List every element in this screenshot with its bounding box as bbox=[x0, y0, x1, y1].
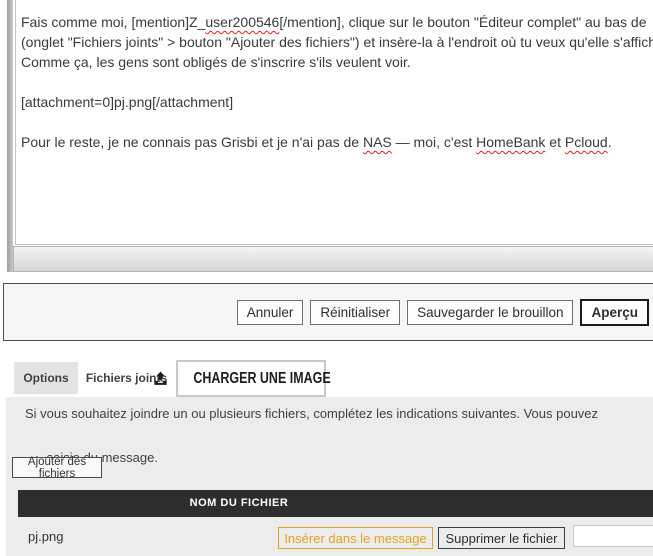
instructions-line1: Si vous souhaitez joindre un ou plusieur… bbox=[25, 406, 598, 421]
insert-in-message-button[interactable]: Insérer dans le message bbox=[278, 527, 433, 549]
delete-file-button[interactable]: Supprimer le fichier bbox=[438, 527, 565, 549]
message-text: Fais comme moi, [mention]Z_user200546[/m… bbox=[16, 0, 653, 152]
upload-image-button[interactable]: CHARGER UNE IMAGE bbox=[176, 360, 326, 397]
save-draft-button[interactable]: Sauvegarder le brouillon bbox=[407, 300, 573, 325]
file-comment-input[interactable] bbox=[573, 525, 653, 547]
add-files-button[interactable]: Ajouter des fichiers bbox=[12, 457, 102, 478]
message-textarea[interactable]: Fais comme moi, [mention]Z_user200546[/m… bbox=[15, 0, 653, 245]
upload-image-label: CHARGER UNE IMAGE bbox=[193, 370, 330, 388]
preview-button[interactable]: Aperçu bbox=[580, 299, 649, 326]
reset-button[interactable]: Réinitialiser bbox=[310, 300, 400, 325]
filename-column-header: NOM DU FICHIER bbox=[18, 490, 460, 517]
attachments-table-header: NOM DU FICHIER bbox=[18, 490, 653, 517]
submit-buttons-panel: Annuler Réinitialiser Sauvegarder le bro… bbox=[3, 283, 653, 341]
attachments-panel: Si vous souhaitez joindre un ou plusieur… bbox=[6, 397, 653, 556]
post-editor-screen: Fais comme moi, [mention]Z_user200546[/m… bbox=[0, 0, 653, 556]
editor-left-edge bbox=[7, 0, 13, 272]
tab-options[interactable]: Options bbox=[14, 362, 78, 394]
attachment-filename: pj.png bbox=[28, 529, 63, 544]
cancel-button[interactable]: Annuler bbox=[237, 300, 304, 325]
upload-icon bbox=[153, 371, 168, 386]
attachments-instructions: Si vous souhaitez joindre un ou plusieur… bbox=[25, 403, 653, 491]
editor-status-bar bbox=[13, 246, 653, 272]
